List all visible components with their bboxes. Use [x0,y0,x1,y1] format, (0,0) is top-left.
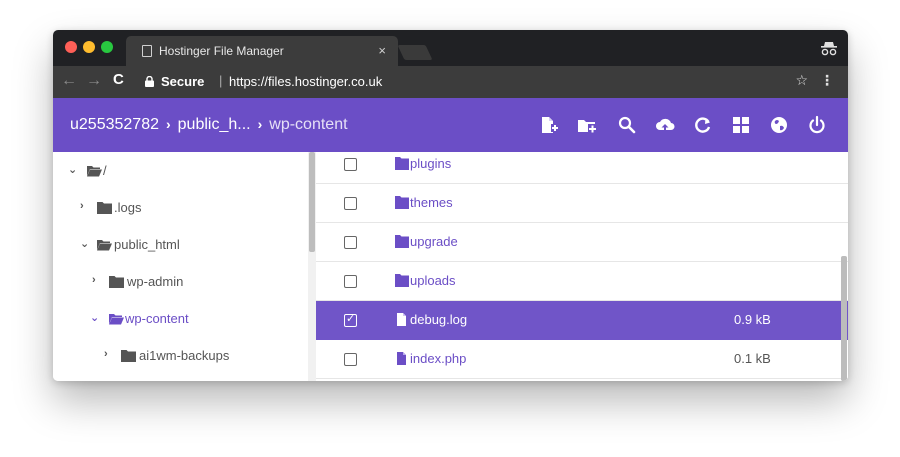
reload-icon[interactable]: C [113,71,124,88]
breadcrumb: u255352782 › public_h... › wp-content [70,116,348,134]
new-folder-icon[interactable] [576,114,598,136]
browser-tab[interactable]: Hostinger File Manager × [126,36,398,66]
folder-icon [395,196,409,209]
tab-title: Hostinger File Manager [159,44,284,58]
incognito-icon [821,42,837,56]
folder-icon [97,202,112,214]
secure-label: Secure [161,74,205,89]
file-size: 0.9 kB [734,312,771,327]
upload-icon[interactable] [654,114,676,136]
breadcrumb-separator: › [257,116,263,132]
title-bar: Hostinger File Manager × [53,30,848,66]
file-row-themes[interactable]: themes [316,184,848,223]
file-row-uploads[interactable]: uploads [316,262,848,301]
tree-item-label: ai1wm-backups [139,348,230,363]
url-separator: | [219,73,223,88]
row-checkbox[interactable] [344,158,357,171]
globe-icon[interactable] [768,114,790,136]
back-arrow-icon[interactable]: ← [61,72,77,90]
url-text[interactable]: https://files.hostinger.co.uk [229,74,382,89]
breadcrumb-root[interactable]: u255352782 [70,116,159,133]
close-window-button[interactable] [65,41,77,53]
file-name[interactable]: index.php [410,351,466,366]
file-icon [397,352,406,365]
file-name[interactable]: themes [410,195,453,210]
file-name[interactable]: debug.log [410,312,467,327]
refresh-icon[interactable] [692,114,714,136]
row-checkbox-checked[interactable]: ✓ [344,313,357,327]
file-row-upgrade[interactable]: upgrade [316,223,848,262]
tree-item-label: wp-admin [127,274,184,289]
file-size: 0.1 kB [734,351,771,366]
folder-icon [395,157,409,170]
maximize-window-button[interactable] [101,41,113,53]
minimize-window-button[interactable] [83,41,95,53]
grid-view-icon[interactable] [730,114,752,136]
power-icon[interactable] [806,114,828,136]
menu-icon[interactable]: ⋮ [820,72,834,89]
tree-item-public-html[interactable]: ⌄ public_html [53,226,316,263]
folder-icon [109,276,124,288]
chevron-down-icon[interactable]: ⌄ [68,163,77,176]
chevron-down-icon[interactable]: ⌄ [90,311,99,324]
forward-arrow-icon[interactable]: → [86,72,102,90]
address-bar: ← → C Secure | https://files.hostinger.c… [53,66,848,98]
row-checkbox[interactable] [344,197,357,210]
folder-open-icon [109,314,124,325]
folder-icon [395,274,409,287]
file-icon [397,313,406,326]
url-field[interactable]: Secure | https://files.hostinger.co.uk [139,70,799,94]
chevron-down-icon[interactable]: ⌄ [80,237,89,250]
folder-icon [121,350,136,362]
chevron-right-icon[interactable]: › [104,348,108,360]
tree-item-wp-admin[interactable]: › wp-admin [53,263,316,300]
page-icon [142,45,152,57]
tab-close-icon[interactable]: × [378,43,386,58]
file-list-scrollbar-thumb[interactable] [841,256,847,381]
new-tab-button[interactable] [397,45,433,60]
folder-open-icon [87,166,102,177]
file-name[interactable]: plugins [410,156,451,171]
tree-item-root[interactable]: ⌄ / [53,152,316,189]
file-row-plugins[interactable]: plugins [316,145,848,184]
tree-scrollbar-thumb[interactable] [309,152,315,252]
folder-tree: ⌄ / › .logs ⌄ public_html › wp-admin ⌄ w… [53,152,316,381]
tree-item-wp-content[interactable]: ⌄ wp-content [53,300,316,337]
chevron-right-icon[interactable]: › [92,274,96,286]
breadcrumb-separator: › [165,116,171,132]
new-file-icon[interactable] [538,114,560,136]
browser-window: Hostinger File Manager × ← → C Secure | … [53,30,848,381]
chevron-right-icon[interactable]: › [80,200,84,212]
breadcrumb-current: wp-content [269,116,348,133]
tree-item-logs[interactable]: › .logs [53,189,316,226]
file-name[interactable]: upgrade [410,234,458,249]
lock-icon [145,76,154,87]
file-name[interactable]: uploads [410,273,456,288]
search-icon[interactable] [616,114,638,136]
row-checkbox[interactable] [344,275,357,288]
file-list: plugins themes upgrade uploads ✓ debug.l… [316,152,848,381]
file-row-index-php[interactable]: index.php 0.1 kB [316,340,848,379]
checkmark-icon: ✓ [346,313,356,325]
tree-item-label: public_html [114,237,180,252]
folder-icon [395,235,409,248]
app-header: u255352782 › public_h... › wp-content [53,98,848,152]
breadcrumb-public-html[interactable]: public_h... [178,116,251,133]
folder-open-icon [97,240,112,251]
row-checkbox[interactable] [344,353,357,366]
file-row-debug-log[interactable]: ✓ debug.log 0.9 kB [316,301,848,340]
tree-item-label: .logs [114,200,142,215]
tree-item-ai1wm-backups[interactable]: › ai1wm-backups [53,337,316,374]
tree-item-label: wp-content [125,311,189,326]
tree-item-label: / [103,163,107,178]
star-icon[interactable]: ☆ [795,72,808,89]
row-checkbox[interactable] [344,236,357,249]
